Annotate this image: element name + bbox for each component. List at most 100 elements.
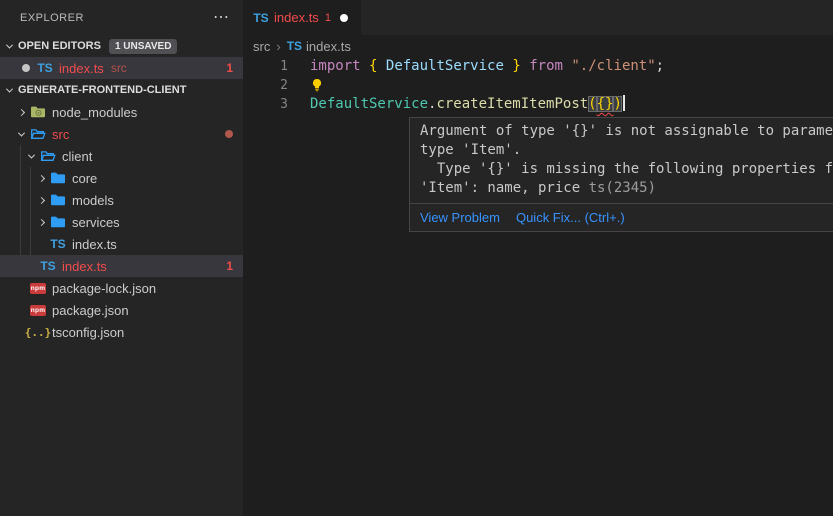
editor-group: index.ts 1 src › index.ts 1import { Defa… [243, 0, 833, 516]
code-token: DefaultService [386, 58, 504, 74]
hover-message-line: type 'Item'. [420, 141, 833, 160]
chevron-down-icon[interactable] [12, 132, 30, 137]
chevron-right-icon[interactable] [32, 198, 50, 203]
chevron-right-icon[interactable] [32, 220, 50, 225]
error-hover-tooltip: Argument of type '{}' is not assignable … [409, 117, 833, 232]
node-modules-folder-icon [30, 104, 46, 120]
tree-item-label: models [72, 193, 114, 208]
folder-open-icon [30, 126, 46, 142]
line-number: 3 [243, 95, 288, 114]
tab-problem-count: 1 [325, 12, 331, 24]
tree-item-index.ts[interactable]: index.ts [0, 233, 243, 255]
chevron-down-icon[interactable] [22, 154, 40, 159]
modified-dot-icon[interactable] [22, 64, 30, 72]
code-token: ) [613, 96, 621, 112]
open-editors-header[interactable]: OPEN EDITORS 1 UNSAVED [0, 35, 243, 57]
workspace-header[interactable]: GENERATE-FRONTEND-CLIENT [0, 79, 243, 101]
code-token: {} [597, 96, 614, 112]
folder-icon [50, 170, 66, 186]
folder-icon [50, 192, 66, 208]
file-tree: node_modulessrc client core models services i… [0, 101, 243, 343]
chevron-right-icon[interactable] [32, 176, 50, 181]
code-token [521, 58, 529, 74]
open-editor-item[interactable]: index.ts src 1 [0, 57, 243, 79]
tree-item-core[interactable]: core [0, 167, 243, 189]
tree-item-label: package.json [52, 303, 129, 318]
tree-item-client[interactable]: client [0, 145, 243, 167]
problem-count-badge: 1 [226, 259, 233, 273]
open-editor-file-name: index.ts [59, 61, 104, 76]
line-number: 2 [243, 76, 288, 95]
more-actions-icon[interactable]: ⋯ [213, 10, 229, 26]
unsaved-badge: 1 UNSAVED [109, 39, 178, 54]
code-token: DefaultService [310, 96, 428, 112]
folder-open-icon [40, 148, 56, 164]
open-editors-label: OPEN EDITORS [18, 40, 101, 52]
tree-item-label: services [72, 215, 120, 230]
hover-action-quick-fix-ctrl[interactable]: Quick Fix... (Ctrl+.) [516, 210, 625, 225]
line-content: import { DefaultService } from "./client… [288, 57, 664, 76]
tree-item-label: node_modules [52, 105, 137, 120]
tree-item-label: index.ts [72, 237, 117, 252]
hover-message-line: Argument of type '{}' is not assignable … [420, 122, 833, 141]
tree-item-src[interactable]: src [0, 123, 243, 145]
code-area[interactable]: 1import { DefaultService } from "./clien… [243, 57, 833, 114]
folder-icon [50, 214, 66, 230]
code-token: ( [588, 96, 596, 112]
tree-item-package-lock.json[interactable]: package-lock.json [0, 277, 243, 299]
tab-bar: index.ts 1 [243, 0, 833, 35]
tab-label: index.ts [274, 10, 319, 25]
tree-item-package.json[interactable]: package.json [0, 299, 243, 321]
hover-actions: View Problem Quick Fix... (Ctrl+.) [410, 203, 833, 231]
line-number: 1 [243, 57, 288, 76]
chevron-down-icon[interactable] [0, 88, 18, 93]
code-token [377, 58, 385, 74]
breadcrumb: src › index.ts [243, 35, 833, 57]
tree-item-label: client [62, 149, 92, 164]
tree-item-label: index.ts [62, 259, 107, 274]
code-line-1[interactable]: 1import { DefaultService } from "./clien… [243, 57, 833, 76]
tree-item-services[interactable]: services [0, 211, 243, 233]
code-token: createItemItemPost [436, 96, 588, 112]
explorer-sidebar: EXPLORER ⋯ OPEN EDITORS 1 UNSAVED index.… [0, 0, 243, 516]
line-content: DefaultService.createItemItemPost({}) [288, 95, 625, 114]
hover-message-line: Type '{}' is missing the following prope… [420, 160, 833, 179]
code-line-3[interactable]: 3DefaultService.createItemItemPost({}) [243, 95, 833, 114]
chevron-right-icon[interactable] [12, 110, 30, 115]
lightbulb-icon[interactable] [310, 77, 324, 93]
json-config-icon [30, 324, 46, 340]
ts-icon [50, 236, 66, 252]
open-editor-file-path: src [111, 61, 127, 75]
ts-icon [287, 38, 302, 54]
tree-item-label: package-lock.json [52, 281, 156, 296]
npm-icon [30, 302, 46, 318]
tab-index-ts[interactable]: index.ts 1 [243, 0, 361, 35]
tree-item-label: tsconfig.json [52, 325, 124, 340]
ts-icon [37, 60, 53, 76]
chevron-down-icon[interactable] [0, 44, 18, 49]
breadcrumb-separator-icon: › [276, 39, 280, 54]
tree-item-node_modules[interactable]: node_modules [0, 101, 243, 123]
code-token: } [512, 58, 520, 74]
diagnostic-code: ts(2345) [589, 180, 656, 196]
breadcrumb-file[interactable]: index.ts [306, 39, 351, 54]
tree-item-label: src [52, 127, 69, 142]
tree-item-index.ts[interactable]: index.ts 1 [0, 255, 243, 277]
ts-icon [253, 10, 269, 26]
tab-modified-dot-icon[interactable] [340, 14, 348, 22]
hover-message-line: 'Item': name, price ts(2345) [420, 179, 833, 198]
hover-action-view-problem[interactable]: View Problem [420, 210, 500, 225]
breadcrumb-folder[interactable]: src [253, 39, 270, 54]
code-token: ; [656, 58, 664, 74]
problem-count-badge: 1 [226, 61, 233, 75]
tree-item-label: core [72, 171, 97, 186]
line-content [288, 76, 324, 95]
tree-item-models[interactable]: models [0, 189, 243, 211]
explorer-title: EXPLORER [20, 12, 213, 24]
hover-message: Argument of type '{}' is not assignable … [410, 118, 833, 203]
text-cursor [623, 95, 625, 111]
workspace-label: GENERATE-FRONTEND-CLIENT [18, 84, 186, 96]
code-line-2[interactable]: 2 [243, 76, 833, 95]
npm-icon [30, 280, 46, 296]
tree-item-tsconfig.json[interactable]: tsconfig.json [0, 321, 243, 343]
